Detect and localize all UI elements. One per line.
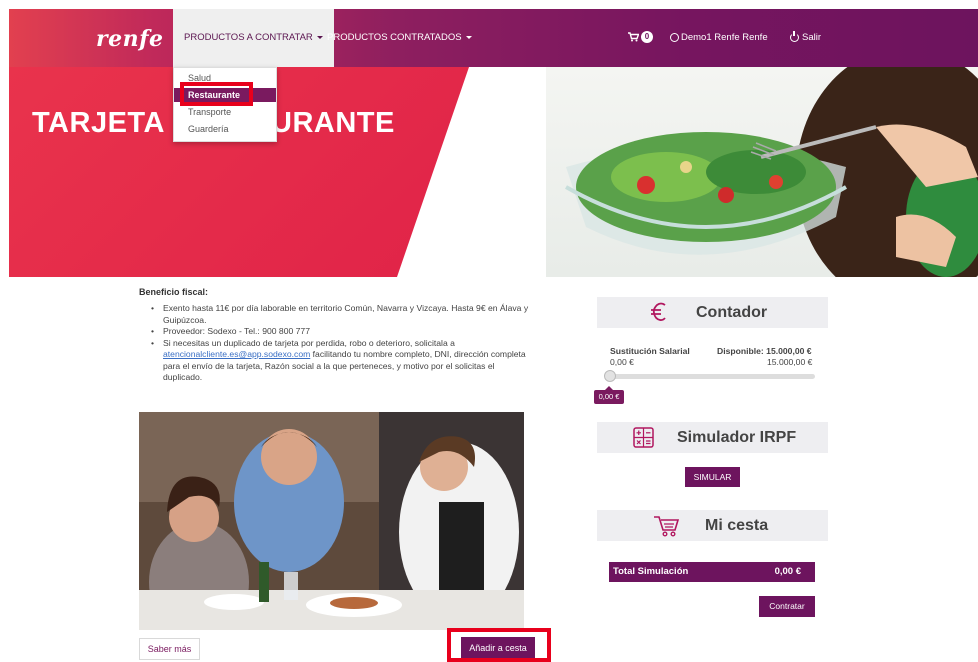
power-icon <box>790 30 799 42</box>
salad-illustration <box>565 67 978 277</box>
menu-label: PRODUCTOS A CONTRATAR <box>184 32 313 43</box>
contratar-button[interactable]: Contratar <box>759 596 815 617</box>
highlight-box-add-to-cart <box>447 628 551 662</box>
sustitucion-label: Sustitución Salarial <box>610 346 690 356</box>
cart-count-badge: 0 <box>641 31 653 44</box>
benefit-item-duplicate: Si necesitas un duplicado de tarjeta por… <box>151 338 534 384</box>
user-name: Demo1 Renfe Renfe <box>681 32 768 43</box>
caret-down-icon <box>316 35 323 39</box>
highlight-box-restaurante <box>180 82 253 106</box>
contador-header: Contador <box>597 297 828 328</box>
renfe-logo[interactable]: renfe <box>96 26 164 52</box>
salary-slider-track[interactable] <box>605 374 815 379</box>
logout-button[interactable]: Salir <box>790 9 821 67</box>
salad-photo <box>546 67 978 277</box>
user-icon <box>670 32 679 42</box>
cesta-title: Mi cesta <box>705 517 769 534</box>
simular-button[interactable]: SIMULAR <box>685 467 740 487</box>
restaurant-illustration <box>139 412 524 630</box>
calculator-icon <box>633 427 654 448</box>
sodexo-email-link[interactable]: atencionalcliente.es@app.sodexo.com <box>163 349 310 359</box>
cesta-header: Mi cesta <box>597 510 828 541</box>
slider-value-bubble: 0,00 € <box>594 386 624 404</box>
hero-banner: TARJETA RESTAURANTE <box>9 67 978 277</box>
logout-label: Salir <box>802 32 822 43</box>
user-menu[interactable]: Demo1 Renfe Renfe <box>670 9 768 67</box>
menu-productos-a-contratar[interactable]: PRODUCTOS A CONTRATAR <box>173 9 334 67</box>
duplicate-text-pre: Si necesitas un duplicado de tarjeta por… <box>163 337 455 348</box>
saber-mas-button[interactable]: Saber más <box>139 638 200 660</box>
salary-slider-handle[interactable] <box>604 370 616 382</box>
menu-productos-contratados[interactable]: PRODUCTOS CONTRATADOS <box>327 9 472 67</box>
dropdown-item-guarderia[interactable]: Guardería <box>174 122 276 136</box>
cart-icon <box>628 32 640 42</box>
cart-icon <box>654 516 680 537</box>
benefit-item: Proveedor: Sodexo - Tel.: 900 800 777 <box>151 326 534 338</box>
benefit-list: Exento hasta 11€ por día laborable en te… <box>139 303 534 384</box>
total-simulacion-value: 0,00 € <box>774 566 801 577</box>
benefit-title: Beneficio fiscal: <box>139 287 209 297</box>
disponible-value: 15.000,00 € <box>767 357 813 367</box>
simulador-title: Simulador IRPF <box>677 429 797 446</box>
sustitucion-value: 0,00 € <box>610 357 634 367</box>
page: renfe PRODUCTOS A CONTRATAR PRODUCTOS CO… <box>0 0 978 662</box>
benefit-section: Beneficio fiscal: Exento hasta 11€ por d… <box>139 287 534 384</box>
euro-icon <box>651 302 666 321</box>
disponible-label: Disponible: 15.000,00 € <box>717 346 812 356</box>
benefit-item: Exento hasta 11€ por día laborable en te… <box>151 303 534 326</box>
menu-label: PRODUCTOS CONTRATADOS <box>327 32 462 43</box>
total-simulacion-bar: Total Simulación 0,00 € <box>609 562 815 582</box>
total-simulacion-label: Total Simulación <box>613 566 689 577</box>
caret-down-icon <box>465 35 472 39</box>
simulador-header: Simulador IRPF <box>597 422 828 453</box>
restaurant-photo <box>139 412 524 630</box>
cart-button[interactable]: 0 <box>628 9 653 67</box>
dropdown-item-transporte[interactable]: Transporte <box>174 105 276 119</box>
contador-title: Contador <box>696 304 768 321</box>
top-navbar: renfe PRODUCTOS A CONTRATAR PRODUCTOS CO… <box>9 9 978 67</box>
